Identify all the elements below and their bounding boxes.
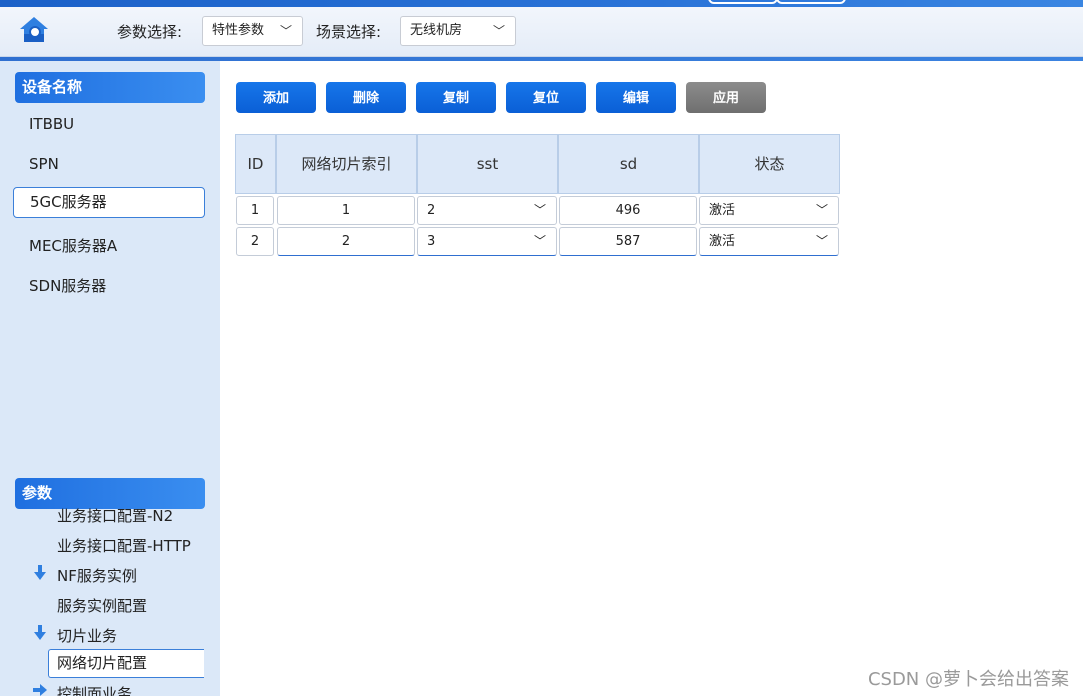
reset-button[interactable]: 复位: [506, 82, 586, 113]
window-tab-decoration: [708, 0, 778, 4]
row-2-status-value: 激活: [709, 234, 736, 249]
row-1-status-select[interactable]: 激活 ﹀: [699, 196, 839, 225]
chevron-down-icon: ﹀: [533, 203, 546, 217]
row-2-sst-select[interactable]: 3 ﹀: [417, 227, 557, 256]
arrow-down-icon[interactable]: [33, 565, 47, 581]
add-button[interactable]: 添加: [236, 82, 316, 113]
param-item-service-instance-config[interactable]: 服务实例配置: [57, 595, 147, 616]
column-header-id: ID: [235, 134, 276, 194]
edit-button[interactable]: 编辑: [596, 82, 676, 113]
sidebar-item-mec-server-a[interactable]: MEC服务器A: [29, 235, 117, 256]
sidebar-item-5gc-server[interactable]: 5GC服务器: [13, 187, 205, 218]
row-2-slice-index-input[interactable]: 2: [277, 227, 415, 256]
row-1-id: 1: [236, 196, 274, 225]
sidebar: 设备名称 ITBBU SPN 5GC服务器 MEC服务器A SDN服务器 参数 …: [0, 61, 220, 696]
top-accent-strip: [0, 0, 1083, 7]
column-header-slice-index: 网络切片索引: [276, 134, 417, 194]
row-1-sd-input[interactable]: 496: [559, 196, 697, 225]
param-group-nf-service-instance[interactable]: NF服务实例: [57, 565, 137, 586]
params-section-header: 参数: [15, 478, 205, 509]
chevron-down-icon: ﹀: [279, 24, 292, 38]
row-2-id: 2: [236, 227, 274, 256]
param-group-slice-service[interactable]: 切片业务: [57, 625, 117, 646]
chevron-down-icon: ﹀: [492, 24, 505, 38]
row-2-sst-value: 3: [427, 234, 436, 249]
delete-button[interactable]: 删除: [326, 82, 406, 113]
row-2-sd-input[interactable]: 587: [559, 227, 697, 256]
devices-section-header: 设备名称: [15, 72, 205, 103]
sidebar-item-spn[interactable]: SPN: [29, 155, 59, 173]
chevron-down-icon: ﹀: [815, 234, 828, 248]
row-1-sst-select[interactable]: 2 ﹀: [417, 196, 557, 225]
sidebar-item-itbbu[interactable]: ITBBU: [29, 115, 74, 133]
row-1-status-value: 激活: [709, 203, 736, 218]
param-select-label: 参数选择:: [117, 23, 183, 41]
param-group-control-plane[interactable]: 控制面业务: [57, 683, 132, 696]
param-item-interface-http[interactable]: 业务接口配置-HTTP: [57, 535, 191, 556]
scene-select[interactable]: 无线机房 ﹀: [400, 16, 516, 46]
row-2-status-select[interactable]: 激活 ﹀: [699, 227, 839, 256]
home-logo-icon[interactable]: [18, 15, 50, 45]
param-select-value: 特性参数: [212, 23, 265, 38]
top-toolbar: 参数选择: 特性参数 ﹀ 场景选择: 无线机房 ﹀: [0, 7, 1083, 57]
param-item-interface-n2[interactable]: 业务接口配置-N2: [57, 507, 173, 526]
row-1-sst-value: 2: [427, 203, 436, 218]
arrow-down-icon[interactable]: [33, 625, 47, 641]
chevron-down-icon: ﹀: [533, 234, 546, 248]
arrow-right-icon[interactable]: [33, 683, 47, 696]
param-tree[interactable]: 业务接口配置-N2 业务接口配置-HTTP NF服务实例 服务实例配置 切片业务…: [0, 507, 220, 696]
window-tab-decoration: [776, 0, 846, 4]
watermark: CSDN @萝卜会给出答案: [867, 669, 1069, 690]
apply-button[interactable]: 应用: [686, 82, 766, 113]
chevron-down-icon: ﹀: [815, 203, 828, 217]
column-header-sst: sst: [417, 134, 558, 194]
column-header-sd: sd: [558, 134, 699, 194]
column-header-status: 状态: [699, 134, 840, 194]
sidebar-item-sdn-server[interactable]: SDN服务器: [29, 275, 106, 296]
param-item-network-slice-config[interactable]: 网络切片配置: [48, 649, 204, 678]
param-select[interactable]: 特性参数 ﹀: [202, 16, 303, 46]
row-1-slice-index-input[interactable]: 1: [277, 196, 415, 225]
scene-select-label: 场景选择:: [316, 23, 382, 41]
copy-button[interactable]: 复制: [416, 82, 496, 113]
scene-select-value: 无线机房: [410, 23, 463, 38]
